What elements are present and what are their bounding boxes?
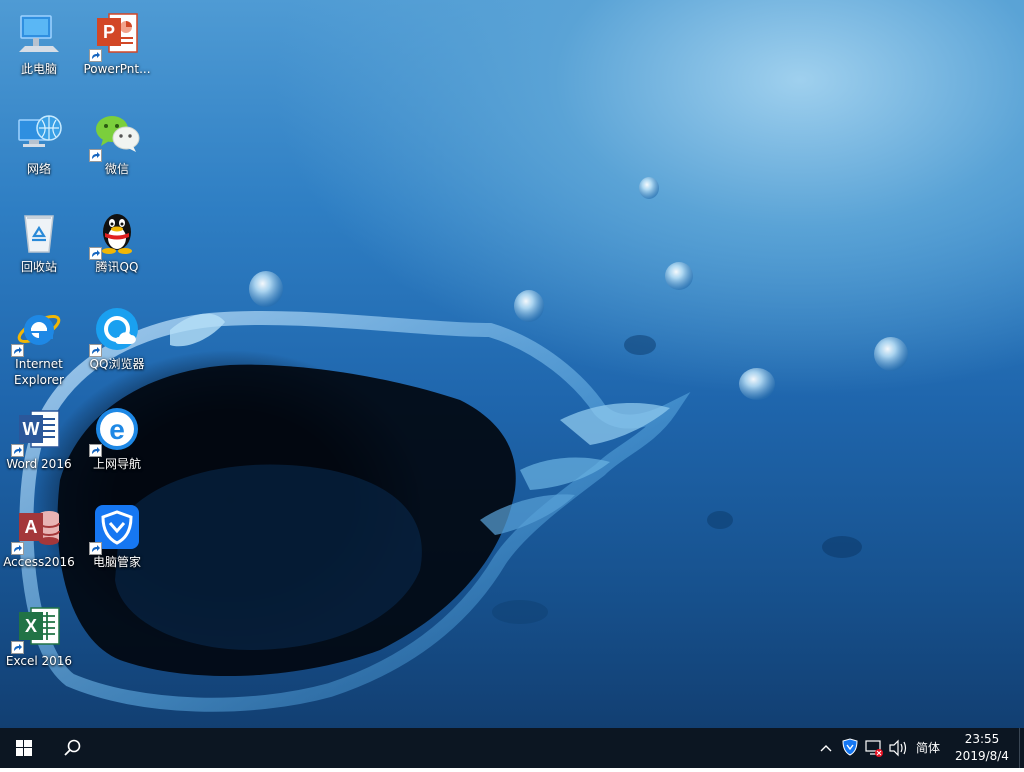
qq-icon: [89, 208, 141, 260]
shortcut-arrow-icon: [89, 542, 102, 555]
ime-label: 简体: [915, 741, 940, 755]
clock-time: 23:55: [964, 732, 1000, 746]
shortcut-arrow-icon: [11, 344, 24, 357]
desktop-icon-label: 网络: [26, 162, 51, 176]
desktop-icon-powerpoint[interactable]: P PowerPnt...: [78, 10, 156, 77]
qq-browser-icon: [89, 305, 141, 357]
search-icon: [64, 739, 81, 756]
search-button[interactable]: [48, 728, 96, 768]
recycle-bin-icon: [15, 208, 63, 256]
svg-text:W: W: [23, 419, 40, 439]
show-desktop-button[interactable]: [1019, 728, 1024, 768]
desktop-icon-pc-manager[interactable]: 电脑管家: [78, 503, 156, 570]
word-icon: W: [11, 405, 63, 457]
svg-text:P: P: [103, 22, 115, 42]
desktop-icon-word-2016[interactable]: W Word 2016: [0, 405, 78, 472]
shortcut-arrow-icon: [89, 444, 102, 457]
desktop-icon-label: Excel 2016: [5, 654, 73, 668]
computer-icon: [15, 10, 63, 58]
tray-clock[interactable]: 23:55 2019/8/4: [946, 728, 1018, 768]
shortcut-arrow-icon: [89, 49, 102, 62]
desktop-icon-label: 上网导航: [92, 457, 141, 471]
desktop-icon-access-2016[interactable]: A Access2016: [0, 503, 78, 570]
desktop-icon-wechat[interactable]: 微信: [78, 110, 156, 177]
svg-text:e: e: [109, 414, 125, 445]
windows-logo-icon: [16, 740, 32, 756]
tray-chevron-button[interactable]: [814, 728, 838, 768]
network-disconnected-icon: [865, 740, 883, 757]
desktop-icon-internet-explorer[interactable]: Internet Explorer: [0, 305, 78, 388]
desktop-icon-label: QQ浏览器: [89, 357, 145, 371]
pc-manager-icon: [89, 503, 141, 555]
shortcut-arrow-icon: [89, 247, 102, 260]
network-icon: [15, 110, 63, 158]
wechat-icon: [89, 110, 141, 162]
desktop-icon-excel-2016[interactable]: X Excel 2016: [0, 602, 78, 669]
desktop-icon-label: 此电脑: [20, 62, 57, 76]
desktop-icon-label: 腾讯QQ: [95, 260, 139, 274]
taskbar: 简体 23:55 2019/8/4: [0, 728, 1024, 768]
web-navigation-icon: e: [89, 405, 141, 457]
desktop-icon-qq[interactable]: 腾讯QQ: [78, 208, 156, 275]
excel-icon: X: [11, 602, 63, 654]
svg-text:X: X: [25, 616, 37, 636]
desktop[interactable]: 此电脑 网络 回收站 Internet Explorer W Word 2016…: [0, 0, 1024, 728]
internet-explorer-icon: [11, 305, 63, 357]
volume-icon: [889, 739, 907, 757]
svg-text:A: A: [25, 517, 38, 537]
desktop-icon-label: PowerPnt...: [83, 62, 151, 76]
tray-input-method[interactable]: 简体: [910, 728, 946, 768]
shortcut-arrow-icon: [89, 149, 102, 162]
chevron-up-icon: [820, 745, 832, 752]
tray-pc-manager[interactable]: [838, 728, 862, 768]
shortcut-arrow-icon: [89, 344, 102, 357]
clock-date: 2019/8/4: [955, 749, 1009, 763]
tray-network[interactable]: [862, 728, 886, 768]
start-button[interactable]: [0, 728, 48, 768]
desktop-icon-label: Word 2016: [6, 457, 72, 471]
access-icon: A: [11, 503, 63, 555]
pc-manager-shield-icon: [842, 738, 858, 756]
tray-volume[interactable]: [886, 728, 910, 768]
powerpoint-icon: P: [89, 10, 141, 62]
desktop-icon-network[interactable]: 网络: [0, 110, 78, 177]
desktop-icon-recycle-bin[interactable]: 回收站: [0, 208, 78, 275]
shortcut-arrow-icon: [11, 444, 24, 457]
desktop-icon-qq-browser[interactable]: QQ浏览器: [78, 305, 156, 372]
desktop-icon-this-pc[interactable]: 此电脑: [0, 10, 78, 77]
shortcut-arrow-icon: [11, 641, 24, 654]
desktop-icon-label: Access2016: [3, 555, 75, 569]
desktop-icon-label: 电脑管家: [92, 555, 141, 569]
desktop-icon-label: 回收站: [20, 260, 57, 274]
desktop-icon-label: 微信: [104, 162, 129, 176]
shortcut-arrow-icon: [11, 542, 24, 555]
desktop-icon-web-navigation[interactable]: e 上网导航: [78, 405, 156, 472]
desktop-icon-label: Internet Explorer: [14, 357, 64, 387]
